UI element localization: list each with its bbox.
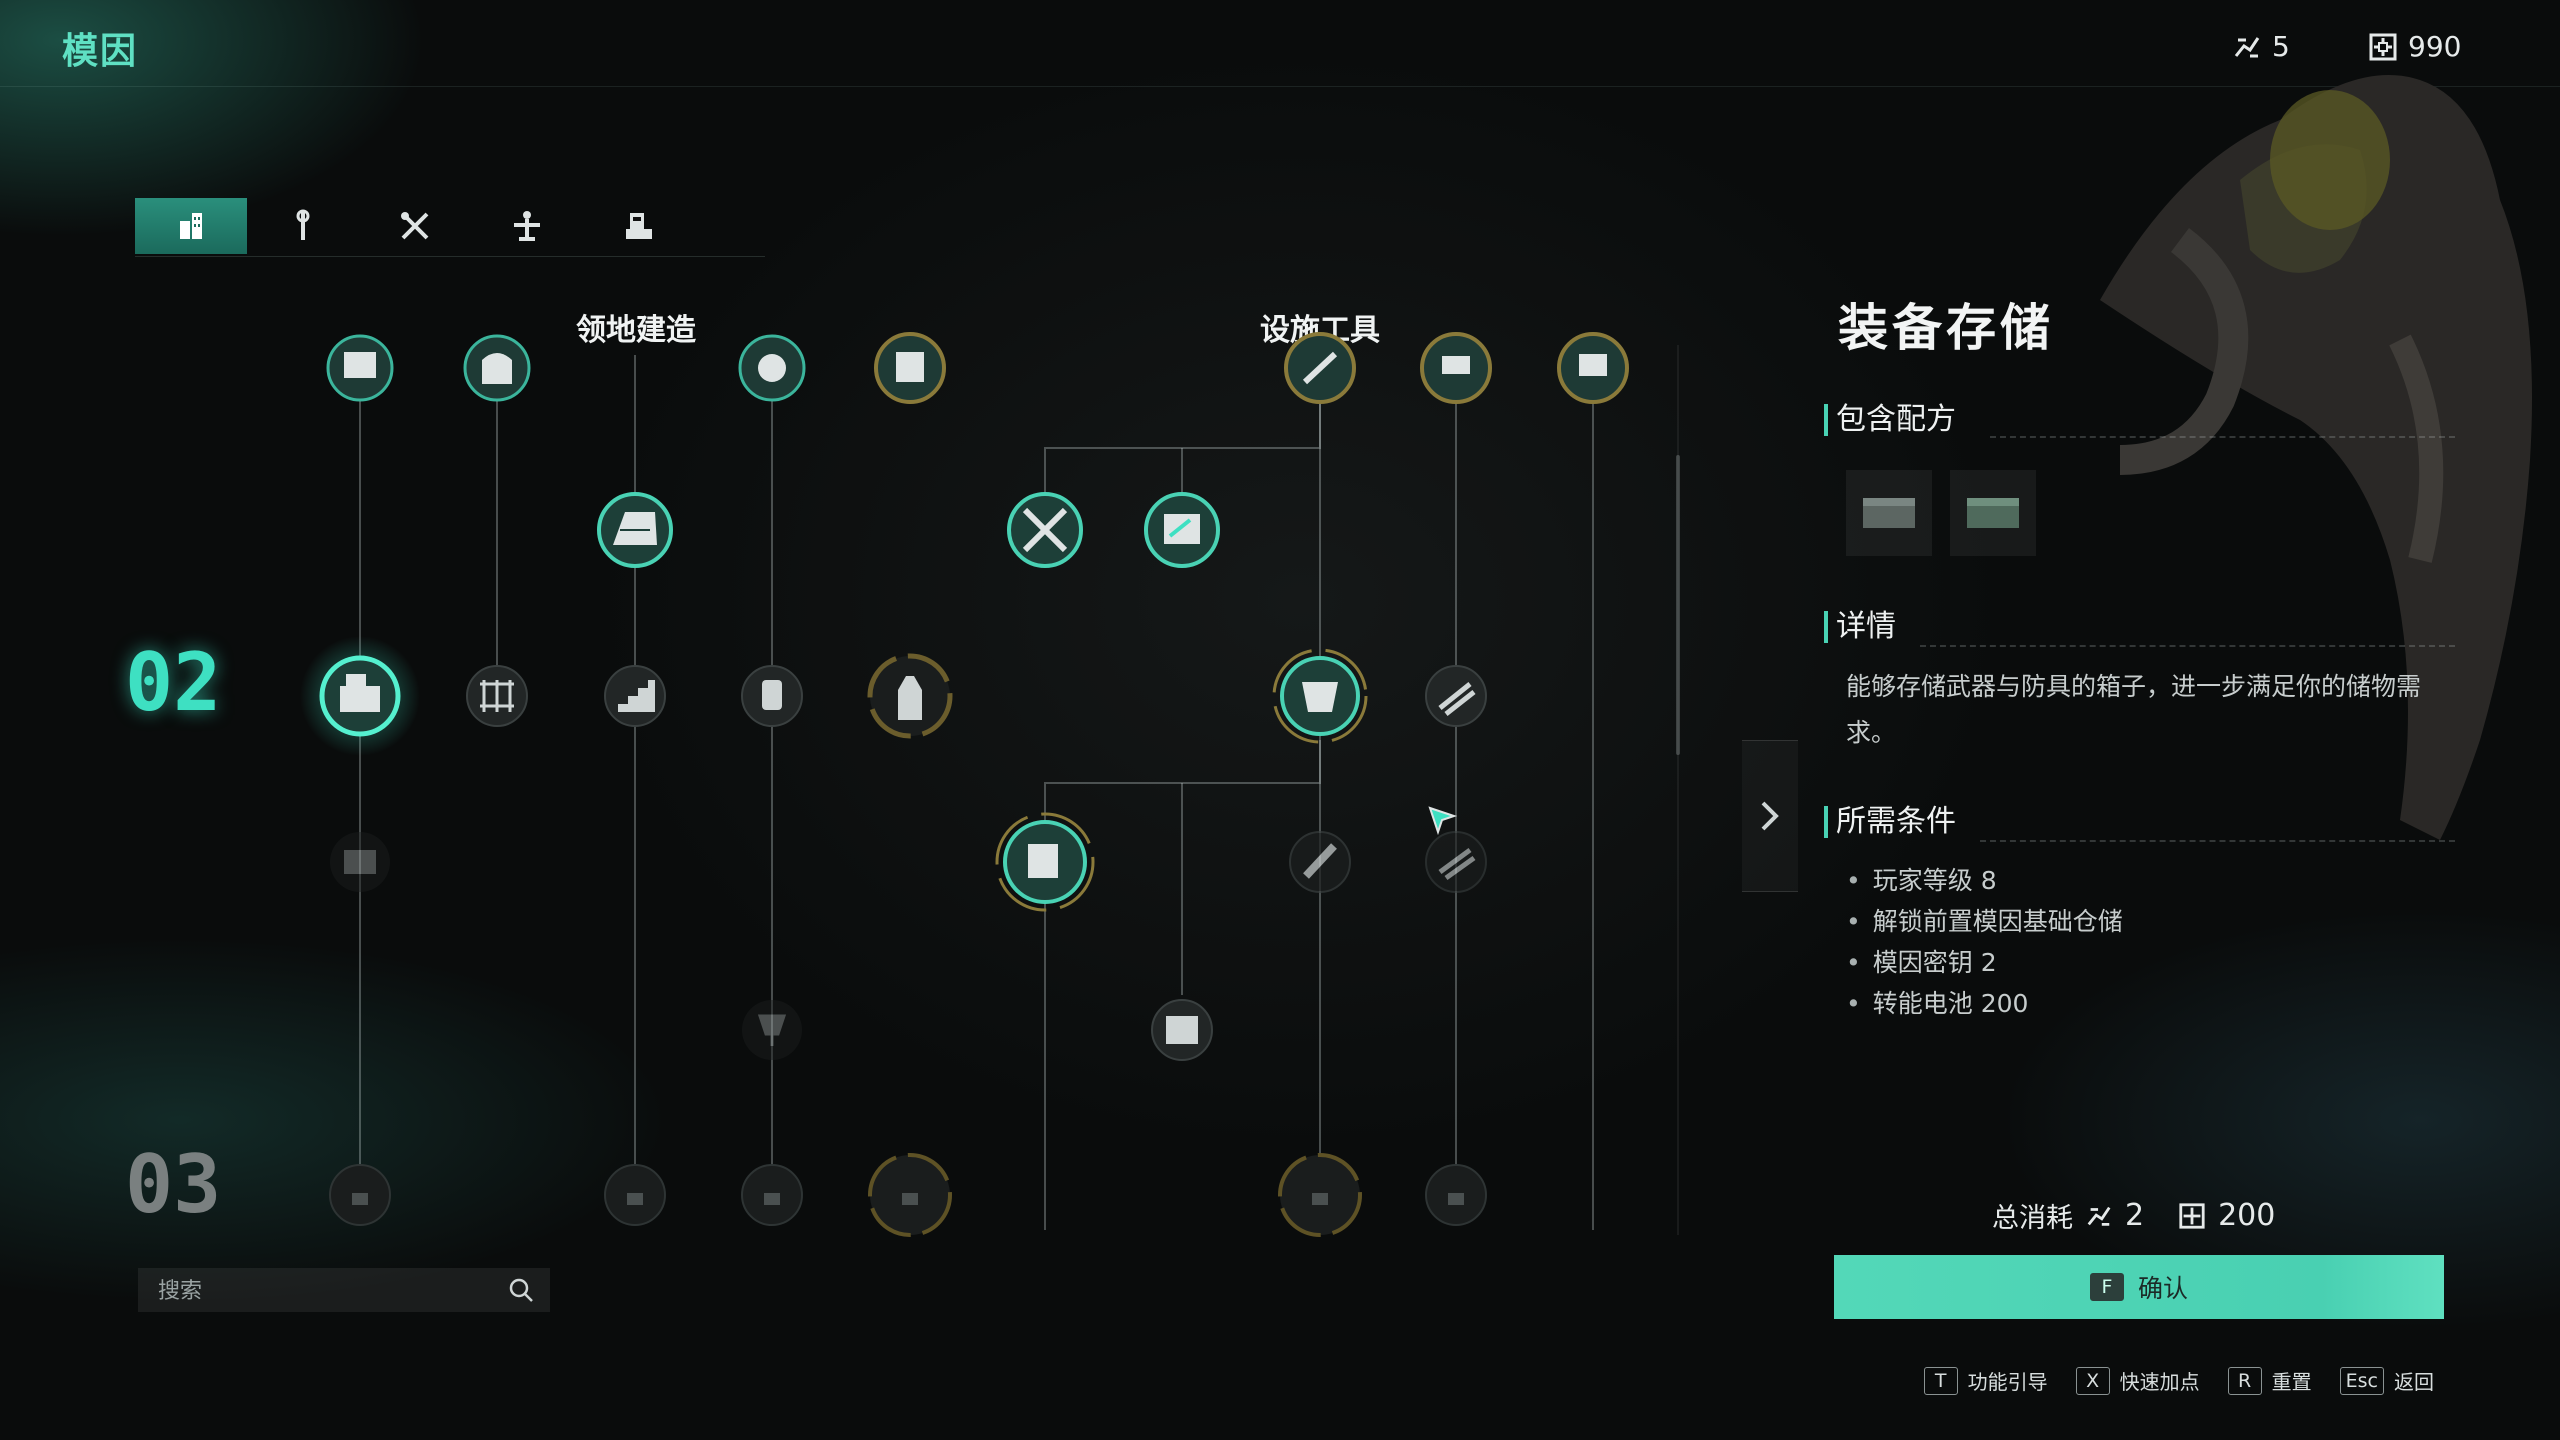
recipe-item[interactable]	[1846, 470, 1932, 556]
cost-energy-value: 200	[2218, 1198, 2276, 1233]
tree-node-stairs[interactable]	[604, 665, 666, 727]
detail-description: 能够存储武器与防具的箱子，进一步满足你的储物需求。	[1846, 672, 2422, 747]
panel-collapse-button[interactable]	[1742, 740, 1798, 892]
section-divider	[1990, 436, 2455, 438]
crate-icon	[1863, 498, 1915, 528]
tree-node-locked-crate[interactable]	[330, 832, 390, 892]
tree-node-sprayer[interactable]	[1272, 648, 1368, 744]
section-divider	[1980, 840, 2455, 842]
energy-cell-icon	[2179, 1202, 2205, 1229]
hint-label: 快速加点	[2119, 1370, 2200, 1394]
tree-node-equipment-storage-selected[interactable]	[319, 655, 401, 737]
tree-connectors	[359, 355, 1594, 1230]
cost-points-value: 2	[2125, 1198, 2145, 1233]
tree-node-fence[interactable]	[466, 665, 528, 727]
details-heading: 详情	[1824, 611, 1896, 643]
tree-node-printer[interactable]	[995, 812, 1095, 912]
tree-node[interactable]	[326, 334, 394, 402]
tree-scrollbar[interactable]	[1676, 455, 1680, 755]
confirm-button[interactable]: F 确认	[1834, 1255, 2444, 1319]
requirement-item: 解锁前置模因基础仓储	[1846, 901, 2123, 942]
tree-node-tools[interactable]	[1007, 492, 1083, 568]
recipe-item[interactable]	[1950, 470, 2036, 556]
tree-node-pump[interactable]	[867, 653, 953, 739]
keycap: X	[2075, 1366, 2110, 1395]
total-cost-label: 总消耗	[1992, 1203, 2073, 1234]
search-box	[138, 1268, 550, 1312]
section-divider	[1920, 645, 2455, 647]
confirm-keycap: F	[2089, 1273, 2124, 1301]
keybind-hints: T 功能引导 X 快速加点 R 重置 Esc 返回	[1923, 1366, 2434, 1395]
chevron-right-icon	[1761, 801, 1779, 831]
hint-label: 返回	[2394, 1370, 2434, 1394]
keycap: Esc	[2339, 1366, 2384, 1395]
hint-label: 重置	[2271, 1370, 2312, 1394]
tree-node-drill[interactable]	[1289, 831, 1351, 893]
confirm-label: 确认	[2137, 1274, 2188, 1303]
hint-reset[interactable]: R 重置	[2227, 1366, 2312, 1395]
hint-label: 功能引导	[1967, 1370, 2048, 1394]
search-input[interactable]	[156, 1274, 480, 1308]
detail-title: 装备存储	[1838, 299, 2054, 357]
tree-node-lantern[interactable]	[741, 665, 803, 727]
locked-nodes-gold	[868, 1153, 1362, 1237]
tree-node[interactable]	[463, 334, 531, 402]
tree-node-roof[interactable]	[597, 492, 673, 568]
tree-node[interactable]	[1284, 332, 1356, 404]
tree-node-blueprint[interactable]	[1144, 492, 1220, 568]
tree-node-rails-2[interactable]	[1425, 831, 1487, 893]
requirements-heading: 所需条件	[1824, 806, 1956, 838]
keycap: T	[1923, 1366, 1958, 1395]
hint-quick-assign[interactable]: X 快速加点	[2075, 1366, 2200, 1395]
tree-node-rails[interactable]	[1425, 665, 1487, 727]
tree-node[interactable]	[738, 334, 806, 402]
tree-node[interactable]	[1420, 332, 1492, 404]
requirement-item: 模因密钥 2	[1846, 942, 2123, 983]
crate-icon	[1967, 498, 2019, 528]
meme-point-icon	[2087, 1206, 2111, 1226]
tree-node[interactable]	[1557, 332, 1629, 404]
hint-guide[interactable]: T 功能引导	[1923, 1366, 2048, 1395]
keycap: R	[2227, 1366, 2262, 1395]
recipes-heading: 包含配方	[1824, 404, 1956, 436]
total-cost: 总消耗 2 200	[1992, 1196, 2275, 1235]
requirement-item: 转能电池 200	[1846, 983, 2123, 1024]
tree-node-machine[interactable]	[1151, 999, 1213, 1061]
tree-node[interactable]	[874, 332, 946, 404]
meme-tree	[300, 332, 1629, 1237]
mouse-cursor-icon	[1428, 806, 1458, 836]
hint-back[interactable]: Esc 返回	[2339, 1366, 2434, 1395]
requirement-item: 玩家等级 8	[1846, 860, 2123, 901]
requirements-list: 玩家等级 8 解锁前置模因基础仓储 模因密钥 2 转能电池 200	[1846, 860, 2123, 1024]
tree-node-lamp[interactable]	[742, 1000, 802, 1060]
search-icon[interactable]	[508, 1277, 534, 1303]
